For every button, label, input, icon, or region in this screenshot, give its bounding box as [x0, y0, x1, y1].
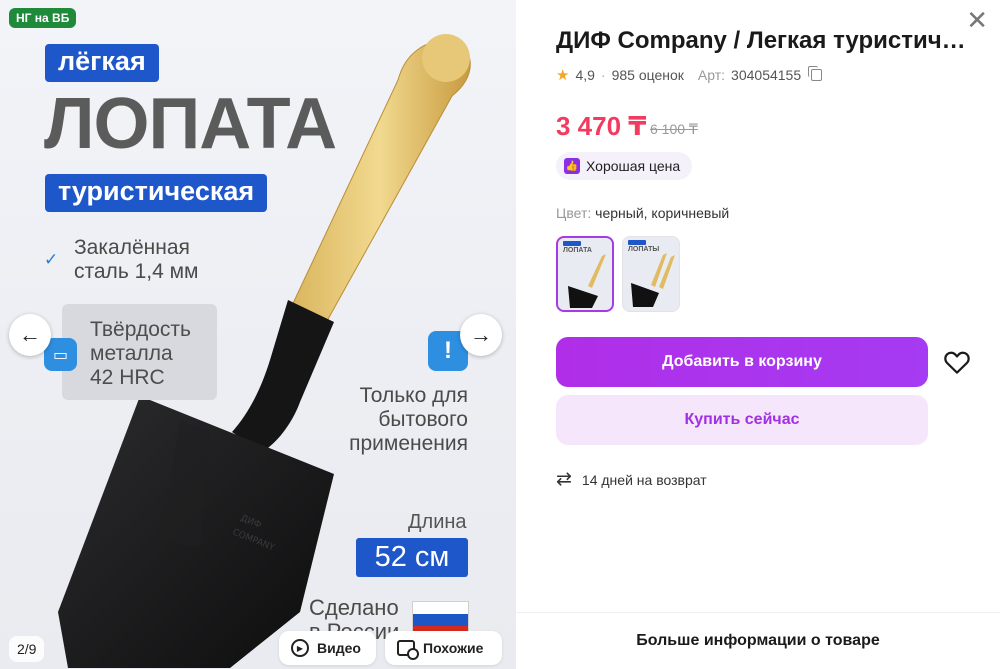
- article-number: 304054155: [731, 67, 802, 83]
- gallery-counter: 2/9: [9, 636, 45, 662]
- slide-tag-light: лёгкая: [45, 44, 159, 82]
- promo-badge: НГ на ВБ: [9, 8, 77, 28]
- return-policy: ⇄ 14 дней на возврат: [556, 470, 707, 489]
- similar-icon: [397, 640, 419, 660]
- heart-icon[interactable]: [942, 347, 972, 377]
- more-info-button[interactable]: Больше информации о товаре: [516, 612, 1000, 669]
- color-line: Цвет: черный, коричневый: [556, 205, 729, 221]
- rating-value: 4,9: [575, 67, 595, 83]
- slide-title: ЛОПАТА: [44, 84, 337, 164]
- close-icon[interactable]: ✕: [966, 7, 988, 33]
- good-price-badge: 👍 Хорошая цена: [556, 152, 693, 180]
- product-gallery[interactable]: ДИФ COMPANY НГ на ВБ лёгкая ЛОПАТА турис…: [0, 0, 516, 669]
- price: 3 470 ₸: [556, 111, 647, 141]
- add-to-cart-button[interactable]: Добавить в корзину: [556, 337, 928, 387]
- gallery-next-button[interactable]: →: [460, 314, 502, 356]
- check-icon: ✓: [44, 250, 59, 269]
- color-label: Цвет:: [556, 205, 592, 221]
- length-value: 52 см: [356, 538, 468, 577]
- feature-steel: Закалённая сталь 1,4 мм: [74, 236, 199, 283]
- star-icon: ★: [556, 67, 570, 84]
- good-price-label: Хорошая цена: [586, 158, 681, 174]
- gallery-prev-button[interactable]: ←: [9, 314, 51, 356]
- product-title: ДИФ Company / Легкая туристическая лопат…: [556, 27, 966, 54]
- video-button[interactable]: ▶ Видео: [279, 631, 376, 665]
- buy-now-button[interactable]: Купить сейчас: [556, 395, 928, 445]
- video-label: Видео: [317, 640, 361, 656]
- feature-hardness: Твёрдость металла 42 HRC: [90, 318, 191, 389]
- arrow-left-icon: ←: [19, 322, 41, 347]
- old-price: 6 100 ₸: [650, 121, 698, 137]
- return-policy-label: 14 дней на возврат: [581, 471, 707, 488]
- product-meta: ★ 4,9 · 985 оценок Арт: 304054155: [556, 66, 823, 84]
- thumb-up-icon: 👍: [564, 158, 580, 174]
- color-value: черный, коричневый: [595, 205, 730, 221]
- play-icon: ▶: [291, 639, 309, 657]
- copy-icon[interactable]: [808, 66, 823, 81]
- similar-label: Похожие: [423, 640, 484, 656]
- arrow-right-icon: →: [470, 322, 492, 347]
- reviews-count[interactable]: 985 оценок: [612, 67, 684, 83]
- return-icon: ⇄: [556, 469, 572, 490]
- color-variant-2[interactable]: ЛОПАТЫ: [622, 236, 680, 312]
- color-variant-1[interactable]: ЛОПАТА: [556, 236, 614, 312]
- slide-tag-tourist: туристическая: [45, 174, 268, 212]
- length-label: Длина: [408, 511, 467, 533]
- product-info-panel: ✕ ДИФ Company / Легкая туристическая лоп…: [516, 0, 1000, 669]
- article-label: Арт:: [697, 67, 726, 83]
- similar-button[interactable]: Похожие: [385, 631, 502, 665]
- feature-home-use: Только для бытового применения: [349, 384, 468, 455]
